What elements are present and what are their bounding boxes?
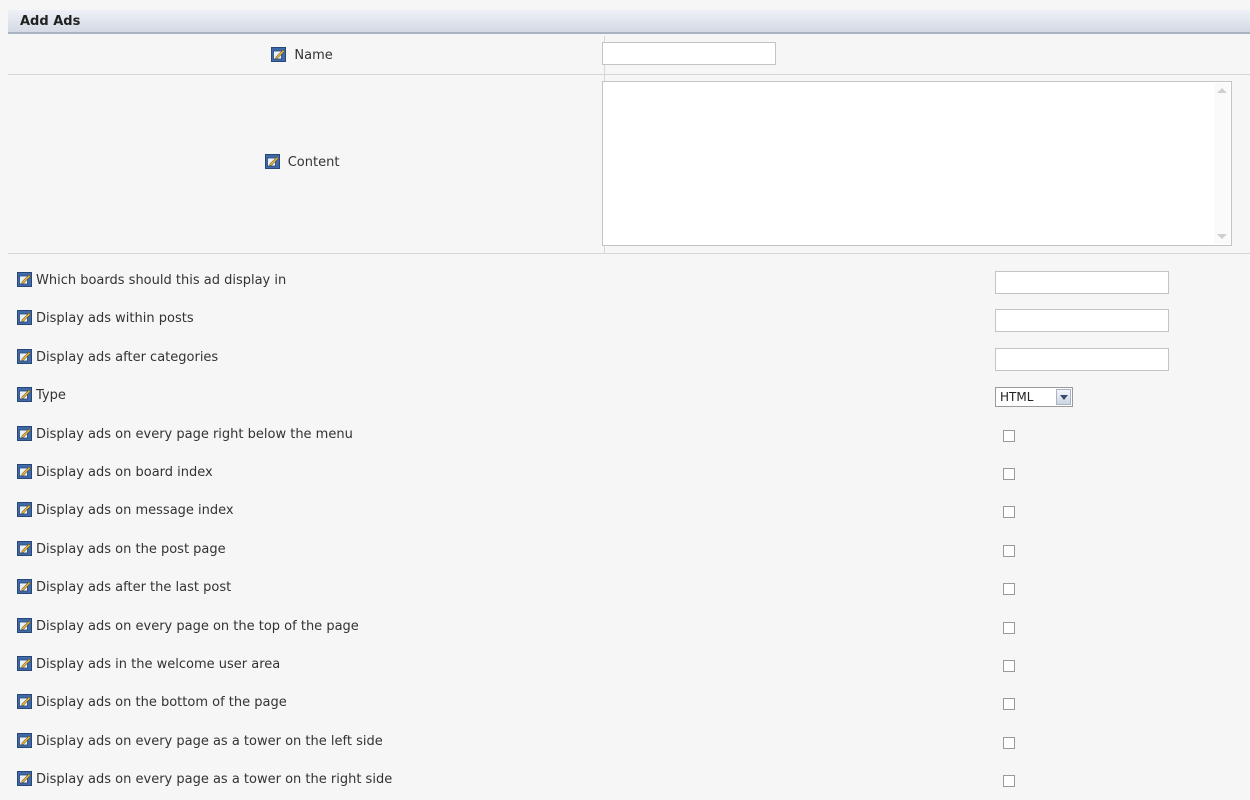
info-edit-icon[interactable] (17, 272, 32, 287)
chevron-down-icon[interactable] (1056, 389, 1071, 406)
content-label-cell: Content (8, 154, 596, 170)
option-checkbox[interactable] (1003, 583, 1015, 596)
option-label: Display ads on message index (36, 503, 234, 519)
option-row: Display ads after the last post (17, 570, 1197, 608)
info-edit-icon[interactable] (17, 694, 32, 710)
option-label: Display ads on the post page (36, 541, 226, 557)
option-label-cell: Display ads on every page on the top of … (17, 617, 359, 634)
name-row: Name (8, 36, 1250, 75)
option-label: Display ads on every page as a tower on … (36, 772, 393, 788)
option-label: Display ads on board index (36, 465, 213, 480)
option-label-cell: Display ads after categories (17, 348, 219, 365)
option-checkbox[interactable] (1003, 736, 1015, 749)
option-label: Display ads on every page right below th… (36, 426, 353, 442)
option-label-cell: Display ads on every page as a tower on … (17, 732, 383, 749)
option-checkbox[interactable] (1003, 698, 1015, 711)
info-edit-icon[interactable] (17, 771, 32, 787)
option-label-cell: Display ads on the bottom of the page (17, 694, 287, 711)
info-edit-icon[interactable] (264, 154, 280, 169)
option-checkbox[interactable] (1003, 660, 1015, 672)
info-edit-icon[interactable] (17, 656, 32, 671)
info-edit-icon[interactable] (17, 579, 32, 595)
option-row: Display ads within posts (17, 301, 1197, 339)
type-select[interactable]: HTML (995, 387, 1073, 408)
name-label: Name (294, 48, 333, 63)
content-label: Content (287, 155, 340, 170)
option-label-cell: Display ads on every page right below th… (17, 425, 353, 442)
option-label: Display ads on every page as a tower on … (36, 733, 383, 749)
option-checkbox[interactable] (1003, 506, 1015, 519)
info-edit-icon[interactable] (17, 464, 32, 479)
textarea-scrollbar[interactable] (1214, 83, 1230, 244)
option-label: Display ads after categories (36, 349, 219, 365)
option-row: Display ads on every page as a tower on … (17, 762, 1197, 800)
content-row: Content (8, 75, 1250, 254)
content-textarea[interactable] (602, 81, 1232, 246)
option-row: Display ads on the post page (17, 532, 1197, 570)
section-title: Add Ads (20, 14, 81, 29)
option-label: Which boards should this ad display in (36, 273, 287, 288)
option-label-cell: Display ads on the post page (17, 540, 226, 557)
name-label-cell: Name (8, 47, 596, 63)
info-edit-icon[interactable] (271, 47, 287, 62)
option-label: Display ads after the last post (36, 580, 232, 596)
scroll-down-arrow-icon[interactable] (1217, 234, 1227, 239)
option-row: Display ads after categories (17, 340, 1197, 378)
name-input[interactable] (602, 42, 776, 65)
option-text-input[interactable] (995, 271, 1169, 294)
option-checkbox[interactable] (1003, 468, 1015, 480)
option-label: Display ads within posts (36, 311, 194, 327)
option-text-input[interactable] (995, 347, 1169, 371)
option-row: Display ads on every page right below th… (17, 417, 1197, 455)
info-edit-icon[interactable] (17, 310, 32, 326)
option-row: Display ads on every page as a tower on … (17, 724, 1197, 762)
info-edit-icon[interactable] (17, 387, 32, 403)
type-select-value: HTML (1000, 390, 1034, 405)
option-label-cell: Display ads on board index (17, 464, 213, 480)
option-label-cell: Display ads within posts (17, 310, 194, 327)
option-checkbox[interactable] (1003, 544, 1015, 557)
section-header: Add Ads (8, 10, 1250, 34)
option-row: Display ads in the welcome user area (17, 647, 1197, 685)
info-edit-icon[interactable] (17, 617, 32, 633)
option-text-input[interactable] (995, 309, 1169, 333)
option-checkbox[interactable] (1003, 621, 1015, 634)
option-label-cell: Display ads on message index (17, 502, 234, 519)
scroll-up-arrow-icon[interactable] (1217, 88, 1227, 93)
option-row: Type HTML (17, 378, 1197, 416)
option-row: Display ads on message index (17, 493, 1197, 531)
info-edit-icon[interactable] (17, 732, 32, 748)
option-label-cell: Type (17, 387, 66, 404)
option-label: Display ads in the welcome user area (36, 657, 281, 672)
option-row: Display ads on the bottom of the page (17, 685, 1197, 723)
info-edit-icon[interactable] (17, 502, 32, 518)
option-row: Display ads on every page on the top of … (17, 609, 1197, 647)
option-label-cell: Which boards should this ad display in (17, 272, 287, 288)
info-edit-icon[interactable] (17, 348, 32, 364)
option-checkbox[interactable] (1003, 775, 1015, 788)
option-row: Which boards should this ad display in (17, 263, 1197, 301)
option-label: Display ads on every page on the top of … (36, 618, 359, 634)
option-label-cell: Display ads after the last post (17, 579, 232, 596)
option-label-cell: Display ads in the welcome user area (17, 656, 281, 672)
option-label: Display ads on the bottom of the page (36, 695, 287, 711)
option-label-cell: Display ads on every page as a tower on … (17, 771, 393, 788)
info-edit-icon[interactable] (17, 425, 32, 441)
option-checkbox[interactable] (1003, 429, 1015, 442)
info-edit-icon[interactable] (17, 540, 32, 556)
option-row: Display ads on board index (17, 455, 1197, 493)
option-label: Type (36, 388, 66, 404)
